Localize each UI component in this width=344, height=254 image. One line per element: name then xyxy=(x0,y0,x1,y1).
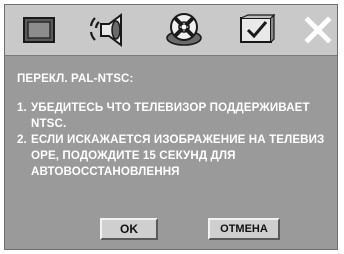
screen-icon[interactable] xyxy=(21,11,57,49)
menu-toolbar xyxy=(5,5,337,56)
dialog-message: ПЕРЕКЛ. PAL-NTSC: 1. УБЕДИТЕСЬ ЧТО ТЕЛЕВ… xyxy=(17,71,327,180)
dialog-title: ПЕРЕКЛ. PAL-NTSC: xyxy=(17,72,134,85)
list-item: 1. УБЕДИТЕСЬ ЧТО ТЕЛЕВИЗОР ПОДДЕРЖИВАЕТ … xyxy=(17,100,327,132)
cancel-button[interactable]: ОТМЕНА xyxy=(208,218,280,240)
item-number: 2. xyxy=(17,133,27,146)
item-text: ЕСЛИ ИСКАЖАЕТСЯ ИЗОБРАЖЕНИЕ НА ТЕЛЕВИЗ О… xyxy=(31,133,325,178)
settings-checkmark-icon[interactable] xyxy=(237,11,277,49)
disc-icon[interactable] xyxy=(163,11,205,49)
item-text: УБЕДИТЕСЬ ЧТО ТЕЛЕВИЗОР ПОДДЕРЖИВАЕТ NTS… xyxy=(31,101,310,130)
item-number: 1. xyxy=(17,101,27,114)
speaker-icon[interactable] xyxy=(87,11,133,49)
close-icon[interactable] xyxy=(301,11,335,49)
ok-button[interactable]: OK xyxy=(100,218,158,240)
dialog-frame: ПЕРЕКЛ. PAL-NTSC: 1. УБЕДИТЕСЬ ЧТО ТЕЛЕВ… xyxy=(4,4,338,250)
list-item: 2. ЕСЛИ ИСКАЖАЕТСЯ ИЗОБРАЖЕНИЕ НА ТЕЛЕВИ… xyxy=(17,132,327,180)
